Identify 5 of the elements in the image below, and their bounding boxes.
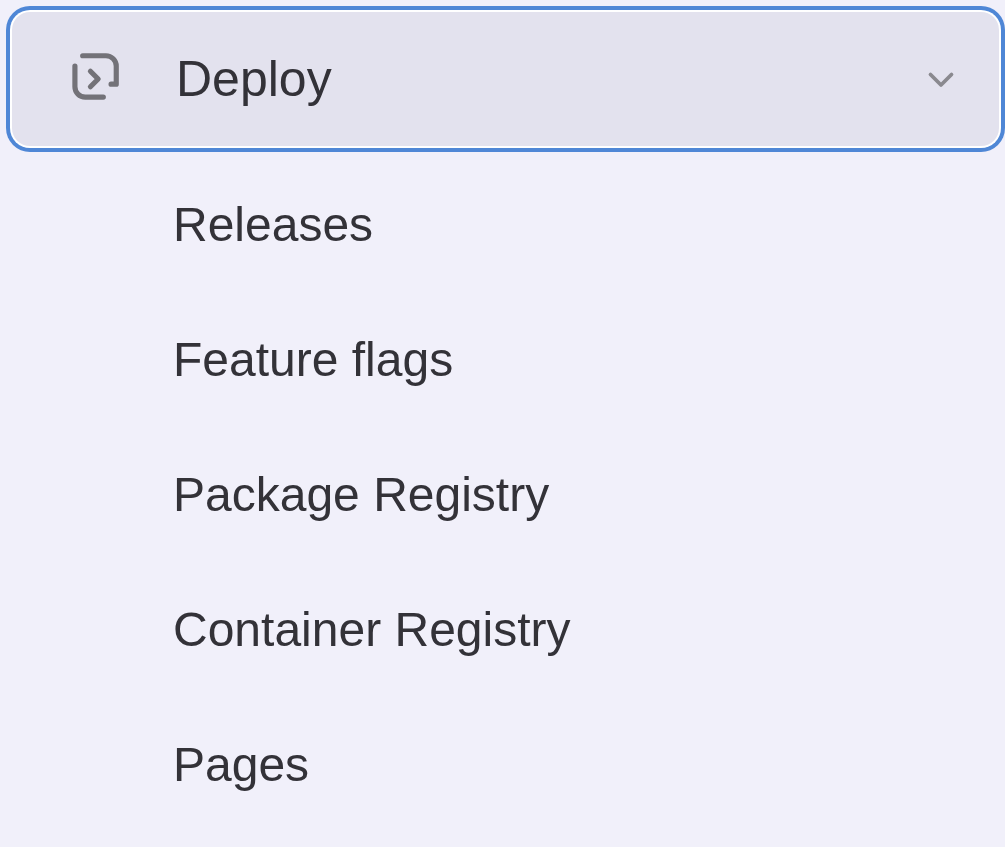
nav-item[interactable]: Pages bbox=[8, 697, 1003, 832]
nav-item[interactable]: Container Registry bbox=[8, 562, 1003, 697]
nav-item[interactable]: Releases bbox=[8, 157, 1003, 292]
nav-item[interactable]: Feature flags bbox=[8, 292, 1003, 427]
nav-item[interactable]: Package Registry bbox=[8, 427, 1003, 562]
